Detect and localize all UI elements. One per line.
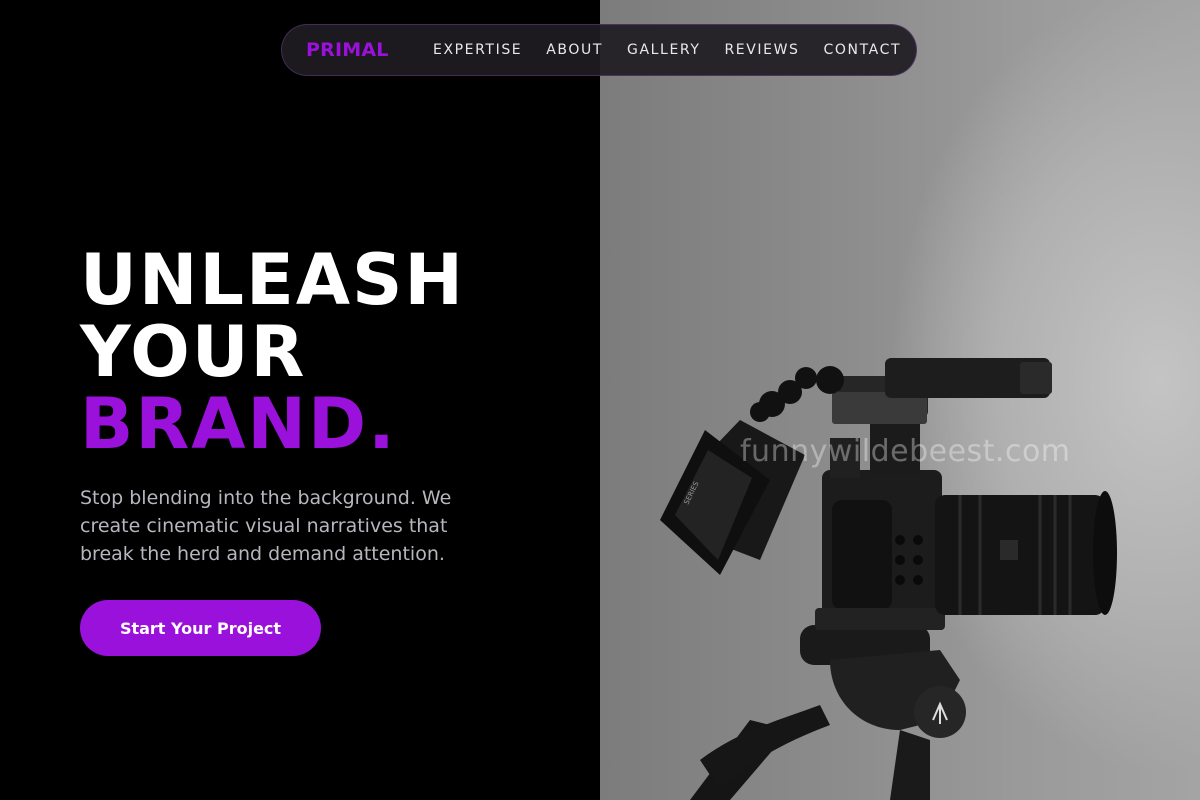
nav-link-about[interactable]: ABOUT xyxy=(546,42,603,58)
top-navigation: PRIMAL EXPERTISE ABOUT GALLERY REVIEWS C… xyxy=(281,24,917,76)
start-project-button[interactable]: Start Your Project xyxy=(80,600,321,656)
nav-link-expertise[interactable]: EXPERTISE xyxy=(433,42,522,58)
nav-link-contact[interactable]: CONTACT xyxy=(824,42,902,58)
headline-accent: BRAND. xyxy=(80,383,397,465)
hero-headline: UNLEASH YOUR BRAND. xyxy=(80,244,465,460)
brand-logo[interactable]: PRIMAL xyxy=(306,39,389,61)
hero-photo: SERIES funnywildebeest.com xyxy=(600,0,1200,800)
watermark-text: funnywildebeest.com xyxy=(740,434,1071,469)
nav-links: EXPERTISE ABOUT GALLERY REVIEWS CONTACT xyxy=(433,42,901,58)
headline-line-1: UNLEASH xyxy=(80,239,466,321)
nav-link-reviews[interactable]: REVIEWS xyxy=(724,42,799,58)
hero-subtitle: Stop blending into the background. We cr… xyxy=(80,487,452,565)
nav-link-gallery[interactable]: GALLERY xyxy=(627,42,700,58)
landing-page: SERIES funnywildebeest.com PRIMAL EXPERT… xyxy=(0,0,1200,800)
headline-line-2: YOUR xyxy=(80,311,307,393)
camera-illustration: SERIES xyxy=(660,358,1117,800)
